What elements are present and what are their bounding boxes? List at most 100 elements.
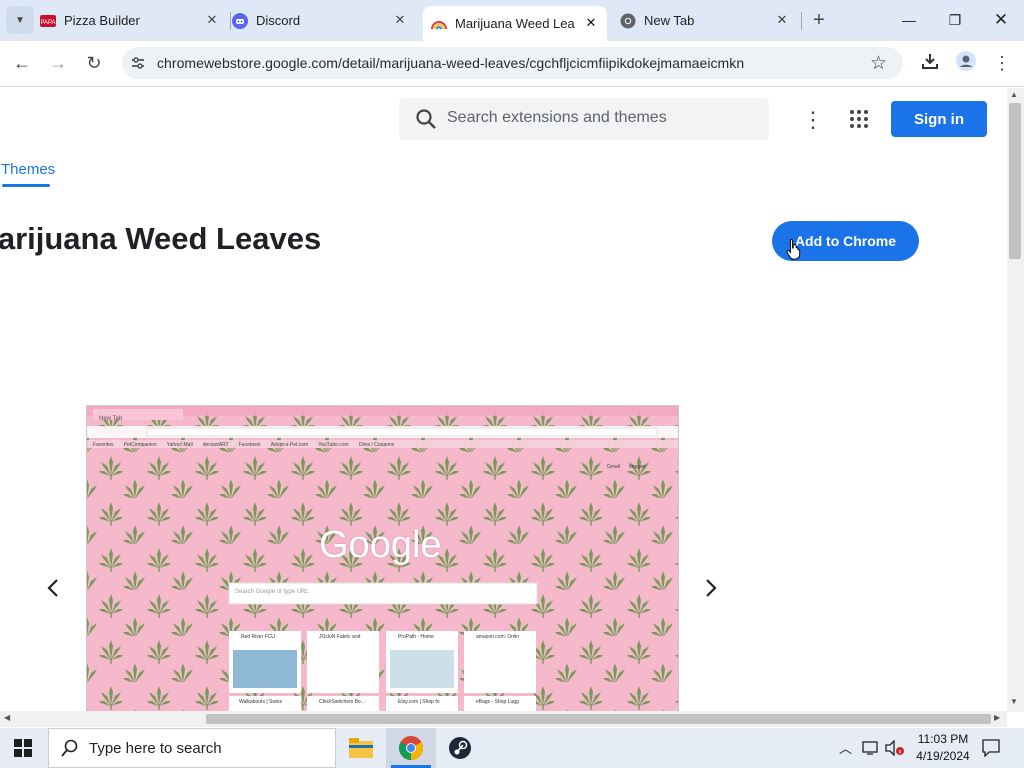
reload-button[interactable]: ↻: [79, 48, 109, 78]
restore-icon: ❐: [948, 11, 962, 28]
horizontal-scroll-thumb[interactable]: [206, 714, 991, 724]
sign-in-button[interactable]: Sign in: [891, 101, 987, 137]
steam-icon[interactable]: [449, 737, 471, 764]
store-search-input[interactable]: Search extensions and themes: [399, 98, 769, 140]
url-text: chromewebstore.google.com/detail/marijua…: [157, 55, 745, 71]
restore-button[interactable]: ❐: [932, 0, 978, 40]
search-icon: [415, 108, 437, 135]
close-icon[interactable]: ✕: [392, 12, 408, 28]
vertical-scroll-thumb[interactable]: [1009, 103, 1021, 259]
scroll-up-icon[interactable]: ▲: [1010, 90, 1018, 99]
preview-tile-label: ChickSwitchers Bo...: [319, 699, 365, 705]
volume-muted-icon[interactable]: x: [885, 739, 905, 761]
scroll-right-icon[interactable]: ▶: [994, 713, 1000, 722]
theme-title: Marijuana Weed Leaves: [0, 221, 322, 256]
preview-bookmark: PetCompanion: [123, 442, 157, 448]
tab-divider: [230, 12, 231, 30]
preview-tile-label: ProPath - Home: [398, 634, 434, 640]
hand-cursor-icon: [786, 238, 802, 265]
minimize-icon: —: [902, 12, 916, 28]
svg-text:PAPA: PAPA: [40, 20, 55, 26]
search-icon: [61, 739, 79, 762]
tab-title: Marijuana Weed Leav: [455, 16, 575, 31]
forward-button[interactable]: →: [43, 48, 73, 78]
preview-search-hint: Search Google or type URL: [235, 589, 309, 595]
discord-icon: [232, 12, 248, 29]
themes-tab[interactable]: Themes: [1, 161, 55, 178]
minimize-button[interactable]: —: [886, 0, 932, 40]
clock-date[interactable]: 4/19/2024: [912, 749, 974, 763]
notifications-icon[interactable]: [982, 739, 1000, 762]
preview-tile-label: Walkabouts | Swiss: [239, 699, 283, 705]
preview-bookmark: YouTube.com: [318, 442, 349, 448]
arrow-left-icon: ←: [13, 52, 31, 73]
theme-preview-image[interactable]: New Tab Favorites PetCompanion Yahoo! Ma…: [86, 405, 679, 712]
tab-discord[interactable]: Discord ✕: [232, 6, 416, 35]
plus-icon: +: [813, 8, 825, 31]
taskbar-search-input[interactable]: Type here to search: [48, 728, 336, 768]
chrome-icon: [398, 736, 424, 765]
close-icon[interactable]: ✕: [774, 12, 790, 28]
profile-button[interactable]: [951, 48, 981, 78]
chrome-taskbar-button[interactable]: [386, 728, 436, 768]
tab-new-tab[interactable]: New Tab ✕: [614, 6, 798, 35]
close-icon[interactable]: ✕: [583, 15, 599, 31]
preview-tile-label: Etsy.com | Shop fo: [398, 699, 440, 705]
more-vert-icon: ⋮: [993, 52, 1011, 73]
scroll-left-icon[interactable]: ◀: [4, 713, 10, 722]
carousel-next-button[interactable]: [704, 577, 718, 605]
arrow-right-icon: →: [49, 52, 67, 73]
more-vert-icon[interactable]: ⋮: [802, 107, 824, 133]
star-icon[interactable]: ☆: [870, 52, 887, 75]
show-hidden-icons-icon[interactable]: ︿: [839, 738, 852, 757]
tab-marijuana-weed-leaves[interactable]: Marijuana Weed Leav ✕: [423, 6, 607, 41]
preview-tile-label: amazon.com: Onlin: [476, 634, 520, 640]
site-info-icon[interactable]: [130, 55, 146, 76]
tab-divider: [801, 12, 802, 30]
network-icon[interactable]: [862, 740, 880, 761]
clock-time[interactable]: 11:03 PM: [912, 732, 974, 746]
preview-tile-label: JOcloN Fabric and: [319, 634, 361, 640]
preview-bookmark: Olive / Coupons: [358, 442, 395, 448]
active-tab-indicator: [2, 184, 50, 187]
preview-gmail-link: Gmail: [607, 464, 621, 470]
papa-johns-icon: PAPA: [40, 13, 56, 29]
preview-images-link: Images: [629, 464, 646, 470]
tab-title: New Tab: [644, 13, 695, 28]
scroll-down-icon[interactable]: ▼: [1010, 697, 1018, 706]
carousel-prev-button[interactable]: [46, 577, 60, 605]
preview-bookmarks-bar: Favorites PetCompanion Yahoo! Mail devia…: [93, 442, 673, 448]
tab-title: Pizza Builder: [64, 13, 140, 28]
tab-search-button[interactable]: ▼: [6, 6, 34, 34]
preview-tab-label: New Tab: [99, 416, 123, 422]
tab-pizza-builder[interactable]: PAPA Pizza Builder ✕: [40, 6, 228, 35]
chevron-down-icon: ▼: [15, 14, 25, 26]
svg-text:x: x: [899, 750, 902, 756]
reload-icon: ↻: [86, 52, 102, 73]
preview-bookmark: Yahoo! Mail: [166, 442, 193, 448]
new-tab-button[interactable]: +: [804, 5, 834, 35]
file-explorer-icon[interactable]: [349, 737, 373, 764]
preview-tile-label: Red River FCU: [241, 634, 275, 640]
chrome-icon: [620, 13, 636, 29]
close-icon[interactable]: ✕: [204, 12, 220, 28]
taskbar-search-placeholder: Type here to search: [89, 740, 222, 757]
address-bar[interactable]: chromewebstore.google.com/detail/marijua…: [122, 47, 903, 79]
google-apps-icon[interactable]: [850, 110, 868, 133]
downloads-button[interactable]: [915, 48, 945, 78]
window-close-button[interactable]: ✕: [978, 0, 1024, 40]
rainbow-icon: [431, 16, 447, 32]
back-button[interactable]: ←: [7, 48, 37, 78]
chrome-menu-button[interactable]: ⋮: [987, 48, 1017, 78]
preview-tile-label: eBags - Shop Lugg: [476, 699, 519, 705]
windows-start-icon[interactable]: [14, 739, 32, 762]
page-content: Search extensions and themes ⋮ Sign in T…: [0, 88, 1007, 712]
preview-bookmark: Adopt-a-Pet.com: [270, 442, 309, 448]
preview-bookmark: deviantART: [202, 442, 229, 448]
download-icon: [921, 52, 939, 75]
tab-title: Discord: [256, 13, 301, 28]
preview-bookmark: Facebook: [238, 442, 261, 448]
search-placeholder: Search extensions and themes: [447, 109, 667, 126]
preview-google-logo: Google: [319, 524, 442, 566]
close-icon: ✕: [993, 10, 1009, 29]
